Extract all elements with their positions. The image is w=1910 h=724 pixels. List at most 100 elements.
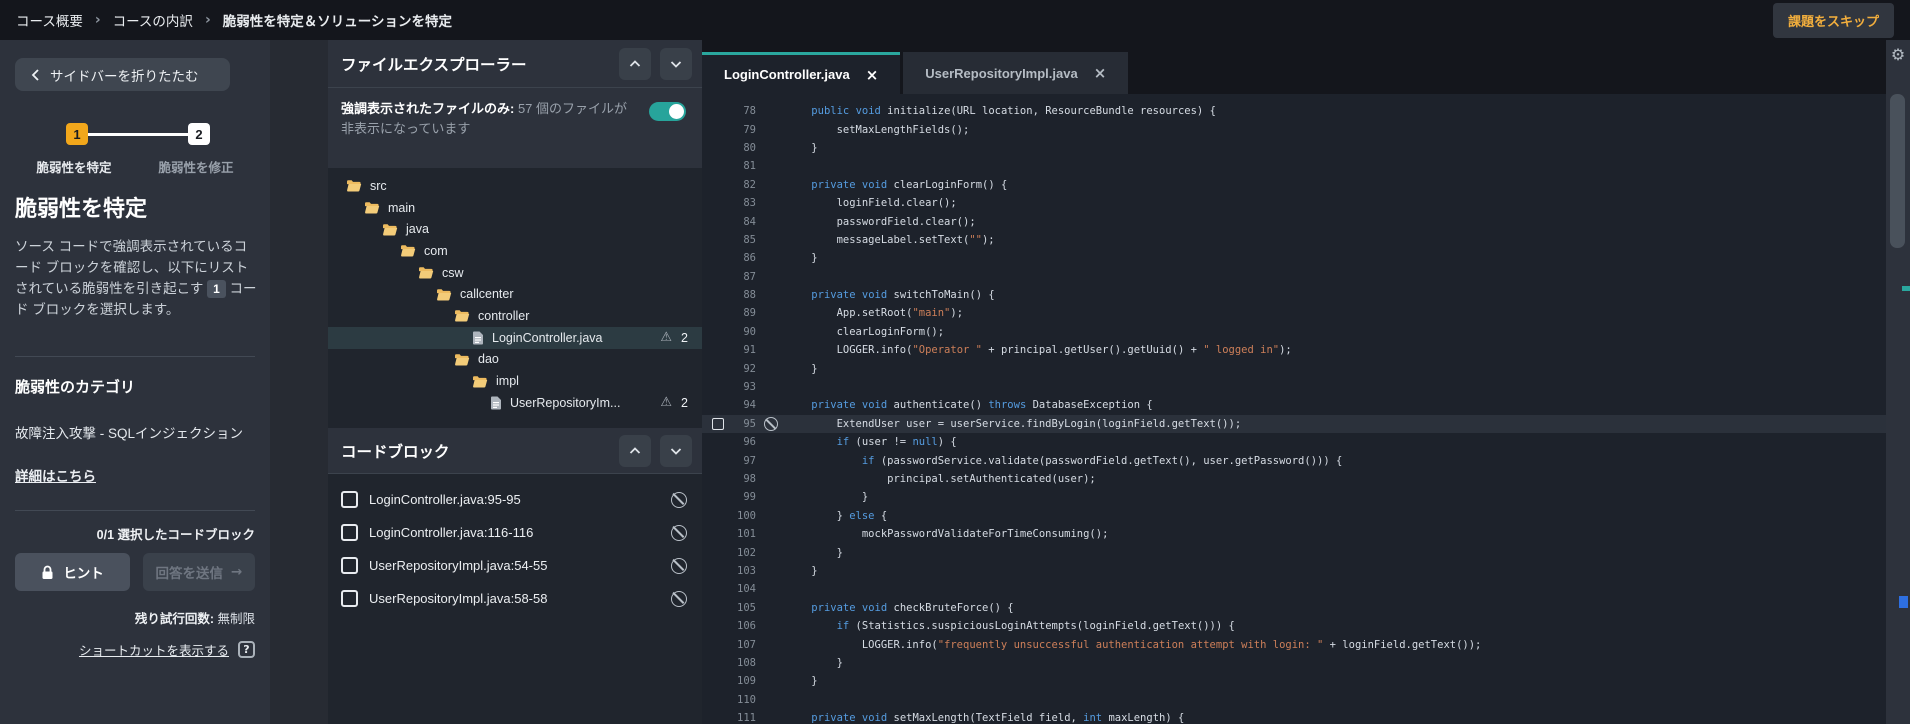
code-line: 94 private void authenticate() throws Da…	[702, 396, 1886, 414]
details-link[interactable]: 詳細はこちら	[15, 465, 96, 485]
code-line: 96 if (user != null) {	[702, 433, 1886, 451]
tree-row-file[interactable]: LoginController.java ⚠ 2	[328, 326, 702, 349]
code-line: 86 }	[702, 249, 1886, 267]
tree-row-folder[interactable]: main	[328, 197, 702, 219]
file-explorer-header: ファイルエクスプローラー	[328, 40, 702, 88]
code-line: 89 App.setRoot("main");	[702, 304, 1886, 322]
code-line: 95 ExtendUser user = userService.findByL…	[702, 414, 1886, 434]
scrollbar-thumb[interactable]	[1890, 94, 1905, 248]
code-text: }	[786, 675, 818, 688]
scrollbar-marker-blue	[1899, 596, 1908, 608]
hint-button[interactable]: ヒント	[15, 553, 130, 591]
code-text: }	[786, 141, 818, 154]
close-icon[interactable]: ×	[1094, 64, 1107, 82]
codeblock-item[interactable]: LoginController.java:95-95	[328, 483, 702, 516]
folder-icon	[346, 179, 362, 192]
line-number: 102	[737, 546, 756, 559]
code-text: App.setRoot("main");	[786, 307, 964, 320]
editor-tab[interactable]: LoginController.java ×	[702, 52, 901, 94]
explorer-next-button[interactable]	[660, 47, 692, 80]
tree-row-folder[interactable]: java	[328, 218, 702, 240]
codeblock-label: LoginController.java:116-116	[369, 525, 534, 540]
folder-icon	[454, 309, 470, 322]
breadcrumb: コース概要 › コースの内訳 › 脆弱性を特定＆ソリューションを特定	[16, 10, 452, 30]
lock-icon	[42, 565, 53, 579]
submit-label: 回答を送信	[155, 566, 224, 581]
tree-row-folder[interactable]: dao	[328, 349, 702, 371]
line-number: 104	[737, 583, 756, 596]
line-number: 107	[737, 638, 756, 651]
skip-task-button[interactable]: 課題をスキップ	[1772, 2, 1894, 38]
tree-row-folder[interactable]: src	[328, 175, 702, 197]
line-number: 93	[743, 381, 756, 394]
warning-icon: ⚠	[660, 330, 673, 346]
code-text: }	[786, 656, 843, 669]
step-2-badge[interactable]: 2	[188, 123, 210, 145]
codeblock-checkbox[interactable]	[341, 491, 358, 508]
submit-answer-button[interactable]: 回答を送信 →	[142, 553, 255, 591]
step-indicator: 1 2 脆弱性を特定 脆弱性を修正	[15, 113, 255, 177]
codeblock-item[interactable]: UserRepositoryImpl.java:54-55	[328, 549, 702, 582]
line-number: 99	[743, 491, 756, 504]
codeblock-checkbox[interactable]	[341, 524, 358, 541]
tree-row-file[interactable]: UserRepositoryIm... ⚠ 2	[328, 392, 702, 414]
explorer-prev-button[interactable]	[619, 47, 651, 80]
tree-row-folder[interactable]: csw	[328, 262, 702, 284]
codeblock-prev-button[interactable]	[619, 434, 651, 467]
tree-row-folder[interactable]: com	[328, 240, 702, 262]
folder-icon	[454, 353, 470, 366]
breadcrumb-item[interactable]: コース概要	[16, 10, 83, 30]
hint-label: ヒント	[63, 566, 104, 581]
code-line: 85 messageLabel.setText("");	[702, 231, 1886, 249]
attempts-value: 無制限	[217, 612, 255, 626]
tree-item-label: LoginController.java	[492, 330, 603, 345]
category-heading: 脆弱性のカテゴリ	[15, 379, 136, 396]
code-text: if (user != null) {	[836, 436, 957, 449]
ban-icon	[671, 557, 687, 574]
code-line: 104	[702, 580, 1886, 598]
line-number: 105	[737, 601, 756, 614]
codeblock-checkbox[interactable]	[341, 557, 358, 574]
code-line: 87	[702, 268, 1886, 286]
tree-item-label: csw	[442, 265, 464, 280]
code-line: 84 passwordField.clear();	[702, 212, 1886, 230]
help-icon[interactable]: ?	[238, 641, 255, 658]
breadcrumb-item[interactable]: コースの内訳	[113, 10, 193, 30]
file-icon	[472, 331, 484, 345]
code-line: 108 }	[702, 654, 1886, 672]
code-line-checkbox[interactable]	[712, 417, 724, 430]
line-number: 109	[737, 675, 756, 688]
tree-item-label: com	[424, 243, 448, 258]
code-text: private void clearLoginForm() {	[811, 178, 1008, 191]
count-badge: 1	[207, 280, 226, 298]
codeblock-item[interactable]: UserRepositoryImpl.java:58-58	[328, 582, 702, 615]
tree-row-folder[interactable]: callcenter	[328, 283, 702, 305]
line-number: 98	[743, 473, 756, 485]
toggle-label: 強調表示されたファイルのみ: 57 個のファイルが非表示になっています	[341, 99, 639, 168]
shortcuts-link[interactable]: ショートカットを表示する	[79, 640, 229, 659]
category-value: 故障注入攻撃 - SQLインジェクション	[15, 426, 244, 441]
step-1-badge[interactable]: 1	[66, 123, 88, 145]
tree-row-folder[interactable]: impl	[328, 370, 702, 392]
line-number: 85	[743, 233, 756, 246]
code-line: 78 public void initialize(URL location, …	[702, 102, 1886, 120]
highlighted-files-toggle[interactable]	[649, 102, 686, 121]
codeblock-label: LoginController.java:95-95	[369, 492, 521, 507]
gear-icon[interactable]: ⚙	[1886, 47, 1910, 63]
codeblock-next-button[interactable]	[660, 434, 692, 467]
codeblock-checkbox[interactable]	[341, 590, 358, 607]
close-icon[interactable]: ×	[866, 66, 879, 84]
breadcrumb-item[interactable]: 脆弱性を特定＆ソリューションを特定	[223, 10, 452, 30]
chevron-up-icon	[629, 446, 641, 454]
line-number: 92	[743, 362, 756, 375]
tree-row-folder[interactable]: controller	[328, 305, 702, 327]
editor-tab[interactable]: UserRepositoryImpl.java ×	[903, 52, 1129, 94]
code-text: private void setMaxLength(TextField fiel…	[811, 712, 1185, 724]
codeblock-item[interactable]: LoginController.java:116-116	[328, 516, 702, 549]
code-line-gutter	[702, 417, 728, 430]
collapse-sidebar-button[interactable]: サイドバーを折りたたむ	[15, 58, 230, 91]
folder-icon	[418, 266, 434, 279]
code-line: 101 mockPasswordValidateForTimeConsuming…	[702, 525, 1886, 543]
warning-count: 2	[681, 330, 688, 345]
code-text: ExtendUser user = userService.findByLogi…	[786, 417, 1242, 430]
